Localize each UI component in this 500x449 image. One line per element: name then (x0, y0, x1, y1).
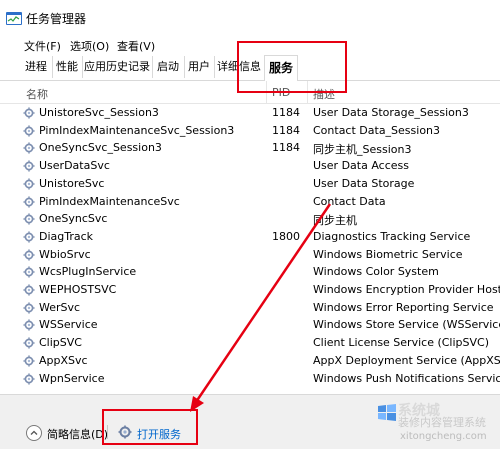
table-row[interactable]: UnistoreSvc_Session3 1184 User Data Storag… (0, 104, 500, 122)
service-description: AppX Deployment Service (AppXSVC) (313, 353, 500, 367)
table-row[interactable]: WEPHOSTSVC Windows Encryption Provider Ho… (0, 281, 500, 299)
table-row[interactable]: OneSyncSvc_Session3 1184 同步主机_Session3 (0, 139, 500, 157)
task-manager-icon (6, 12, 22, 25)
service-gear-icon (23, 213, 35, 225)
tab-processes[interactable]: 进程 (20, 56, 53, 78)
table-row[interactable]: WSService Windows Store Service (WSServic… (0, 316, 500, 334)
chevron-up-icon[interactable] (26, 425, 42, 441)
tab-app-history[interactable]: 应用历史记录 (82, 56, 153, 78)
menu-options[interactable]: 选项(O) (70, 38, 109, 54)
menu-file[interactable]: 文件(F) (24, 38, 61, 54)
service-gear-icon (23, 372, 35, 385)
service-gear-icon (23, 302, 35, 314)
service-name: UnistoreSvc_Session3 (39, 106, 159, 119)
service-description: 同步主机 (313, 214, 357, 228)
service-description: 同步主机_Session3 (313, 143, 412, 157)
service-description: Windows Biometric Service (313, 247, 463, 261)
table-row[interactable]: OneSyncSvc 同步主机 (0, 210, 500, 228)
service-gear-icon (23, 248, 35, 261)
highlight-box-open-services (102, 409, 198, 445)
tab-startup[interactable]: 启动 (152, 56, 185, 78)
service-description: Windows Store Service (WSService) (313, 318, 500, 332)
service-gear-icon (23, 160, 35, 172)
service-name: OneSyncSvc (39, 212, 108, 226)
service-name: WpnService (39, 371, 105, 385)
service-gear-icon (23, 319, 35, 331)
service-description: Client License Service (ClipSVC) (313, 336, 490, 350)
service-description: User Data Storage (313, 176, 415, 190)
watermark-subtitle: 装修内容管理系统 (398, 416, 486, 429)
service-name: PimIndexMaintenanceSvc (39, 194, 180, 208)
service-name: WEPHOSTSVC (39, 283, 117, 296)
service-gear-icon (23, 195, 35, 208)
service-description: User Data Access (313, 159, 409, 173)
service-description: Windows Color System (313, 265, 439, 279)
table-row[interactable]: ClipSVC Client License Service (ClipSVC) (0, 334, 500, 352)
service-name: ClipSVC (39, 336, 82, 350)
service-gear-icon (23, 266, 35, 278)
service-description: Windows Encryption Provider Host Se (313, 283, 500, 296)
highlight-box-services-tab (237, 41, 347, 93)
service-pid: 1184 (272, 106, 300, 119)
window-title: 任务管理器 (26, 12, 87, 26)
service-gear-icon (23, 178, 35, 190)
table-row[interactable]: WbioSrvc Windows Biometric Service (0, 246, 500, 264)
table-row[interactable]: AppXSvc AppX Deployment Service (AppXSVC) (0, 352, 500, 370)
service-name: WerSvc (39, 300, 81, 314)
service-gear-icon (23, 142, 35, 154)
service-gear-icon (23, 337, 35, 349)
table-row[interactable]: WerSvc Windows Error Reporting Service (0, 299, 500, 317)
tab-performance[interactable]: 性能 (52, 56, 83, 78)
table-row[interactable]: PimIndexMaintenanceSvc_Session3 1184 Conta… (0, 122, 500, 140)
brief-info-button[interactable]: 简略信息(D) (47, 426, 108, 442)
service-pid: 1184 (272, 141, 300, 155)
table-row[interactable]: PimIndexMaintenanceSvc Contact Data (0, 193, 500, 211)
service-name: WcsPlugInService (39, 265, 137, 279)
table-row[interactable]: UnistoreSvc User Data Storage (0, 175, 500, 193)
table-row[interactable]: WcsPlugInService Windows Color System (0, 263, 500, 281)
title-bar: 任务管理器 (0, 0, 500, 36)
service-description: User Data Storage_Session3 (313, 106, 469, 119)
service-description: Contact Data_Session3 (313, 123, 441, 137)
service-name: DiagTrack (39, 229, 94, 243)
service-pid: 1184 (272, 123, 300, 137)
service-name: WbioSrvc (39, 247, 91, 261)
service-name: AppXSvc (39, 353, 88, 367)
service-description: Contact Data (313, 194, 386, 208)
service-name: PimIndexMaintenanceSvc_Session3 (39, 123, 235, 137)
service-gear-icon (23, 231, 35, 243)
service-gear-icon (23, 125, 35, 137)
service-gear-icon (23, 284, 35, 296)
service-description: Windows Push Notifications Service (313, 371, 500, 385)
service-name: UnistoreSvc (39, 176, 105, 190)
service-pid: 1800 (272, 229, 300, 243)
tab-users[interactable]: 用户 (184, 56, 215, 78)
service-name: OneSyncSvc_Session3 (39, 141, 162, 155)
service-description: Windows Error Reporting Service (313, 300, 494, 314)
menu-view[interactable]: 查看(V) (117, 38, 155, 54)
watermark-logo-icon (376, 402, 398, 424)
table-row[interactable]: DiagTrack 1800 Diagnostics Tracking Servic… (0, 228, 500, 246)
watermark-url: xitongcheng.com (400, 431, 487, 442)
service-gear-icon (23, 355, 35, 367)
service-gear-icon (23, 107, 35, 119)
table-row[interactable]: UserDataSvc User Data Access (0, 157, 500, 175)
services-table: UnistoreSvc_Session3 1184 User Data Storag… (0, 104, 500, 394)
service-description: Diagnostics Tracking Service (313, 229, 471, 243)
service-name: WSService (39, 318, 98, 332)
column-name[interactable]: 名称 (26, 86, 48, 102)
service-name: UserDataSvc (39, 159, 110, 173)
table-row[interactable]: WpnService Windows Push Notifications Ser… (0, 370, 500, 388)
